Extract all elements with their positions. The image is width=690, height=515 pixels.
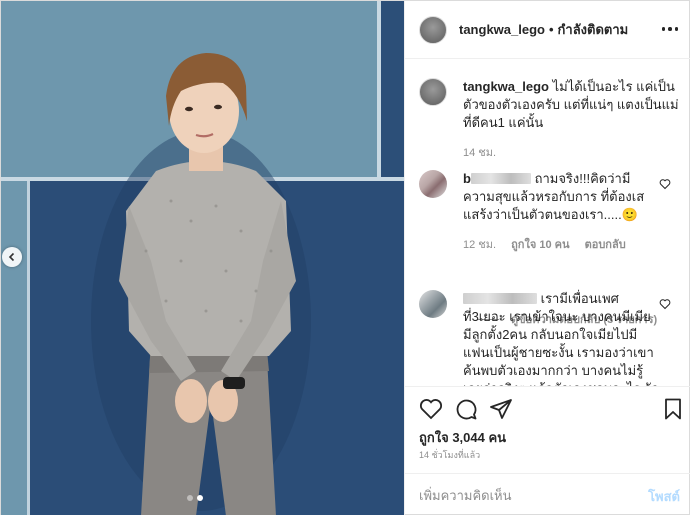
heart-icon[interactable] — [659, 178, 671, 190]
post-header: tangkwa_lego • กำลังติดตาม — [405, 1, 690, 59]
comment-body: b ถามจริง!!!คิดว่ามีความสุขแล้วหรอกับการ… — [463, 170, 659, 254]
more-options-button[interactable] — [660, 21, 680, 37]
reply-button[interactable]: ตอบกลับ — [585, 239, 626, 251]
add-comment-bar: โพสต์ — [405, 473, 690, 515]
comment-time[interactable]: 12 ชม. — [463, 239, 496, 251]
comment-likes[interactable]: ถูกใจ 10 คน — [511, 239, 569, 251]
post-photo — [1, 1, 404, 515]
comment-body: เรามีเพื่อนเพศที่3เยอะ เราเข้าใจนะ บางคน… — [463, 290, 659, 386]
comment-meta: 12 ชม. ถูกใจ 10 คน ตอบกลับ — [463, 236, 659, 254]
post-timestamp[interactable]: 14 ชั่วโมงที่แล้ว — [419, 448, 480, 462]
author-avatar[interactable] — [419, 15, 447, 44]
username-blur — [470, 173, 531, 184]
commenter-avatar-blurred[interactable] — [419, 290, 447, 318]
comment-input[interactable] — [419, 486, 619, 504]
following-status[interactable]: กำลังติดตาม — [558, 19, 629, 40]
username-blur — [463, 293, 537, 304]
action-bar: ถูกใจ 3,044 คน 14 ชั่วโมงที่แล้ว — [405, 386, 690, 473]
caption-avatar[interactable] — [419, 78, 447, 106]
caption-body: tangkwa_lego ไม่ได้เป็นอะไร แค่เป็นตัวขอ… — [463, 78, 681, 162]
more-dot — [674, 27, 679, 31]
post-comment-button[interactable]: โพสต์ — [648, 486, 680, 507]
instagram-post-modal: tangkwa_lego • กำลังติดตาม tangkwa_lego … — [0, 0, 690, 515]
caption-username[interactable]: tangkwa_lego — [463, 79, 549, 94]
bookmark-icon[interactable] — [661, 397, 685, 421]
likes-count[interactable]: ถูกใจ 3,044 คน — [419, 427, 506, 448]
author-username[interactable]: tangkwa_lego — [459, 22, 545, 37]
caption-meta: 14 ชม. — [463, 144, 681, 162]
paper-plane-icon[interactable] — [489, 397, 513, 421]
heart-icon[interactable] — [659, 298, 671, 310]
post-sidebar: tangkwa_lego • กำลังติดตาม tangkwa_lego … — [404, 1, 690, 515]
header-separator: • — [548, 22, 554, 37]
more-dot — [668, 27, 672, 31]
heart-icon[interactable] — [419, 397, 443, 421]
carousel-prev-button[interactable] — [2, 247, 22, 267]
carousel-dot-active — [197, 495, 203, 501]
caption-time[interactable]: 14 ชม. — [463, 147, 496, 159]
chevron-left-icon — [8, 252, 15, 262]
comments-list: tangkwa_lego ไม่ได้เป็นอะไร แค่เป็นตัวขอ… — [405, 60, 690, 386]
more-dot — [661, 27, 666, 31]
comment-text: เรามีเพื่อนเพศที่3เยอะ เราเข้าใจนะ บางคน… — [463, 291, 659, 386]
carousel-dots — [187, 495, 203, 501]
photo-image — [1, 1, 404, 515]
commenter-avatar-blurred[interactable] — [419, 170, 447, 198]
carousel-dot — [187, 495, 193, 501]
comment-icon[interactable] — [454, 397, 478, 421]
comment-username[interactable]: b — [463, 171, 471, 186]
